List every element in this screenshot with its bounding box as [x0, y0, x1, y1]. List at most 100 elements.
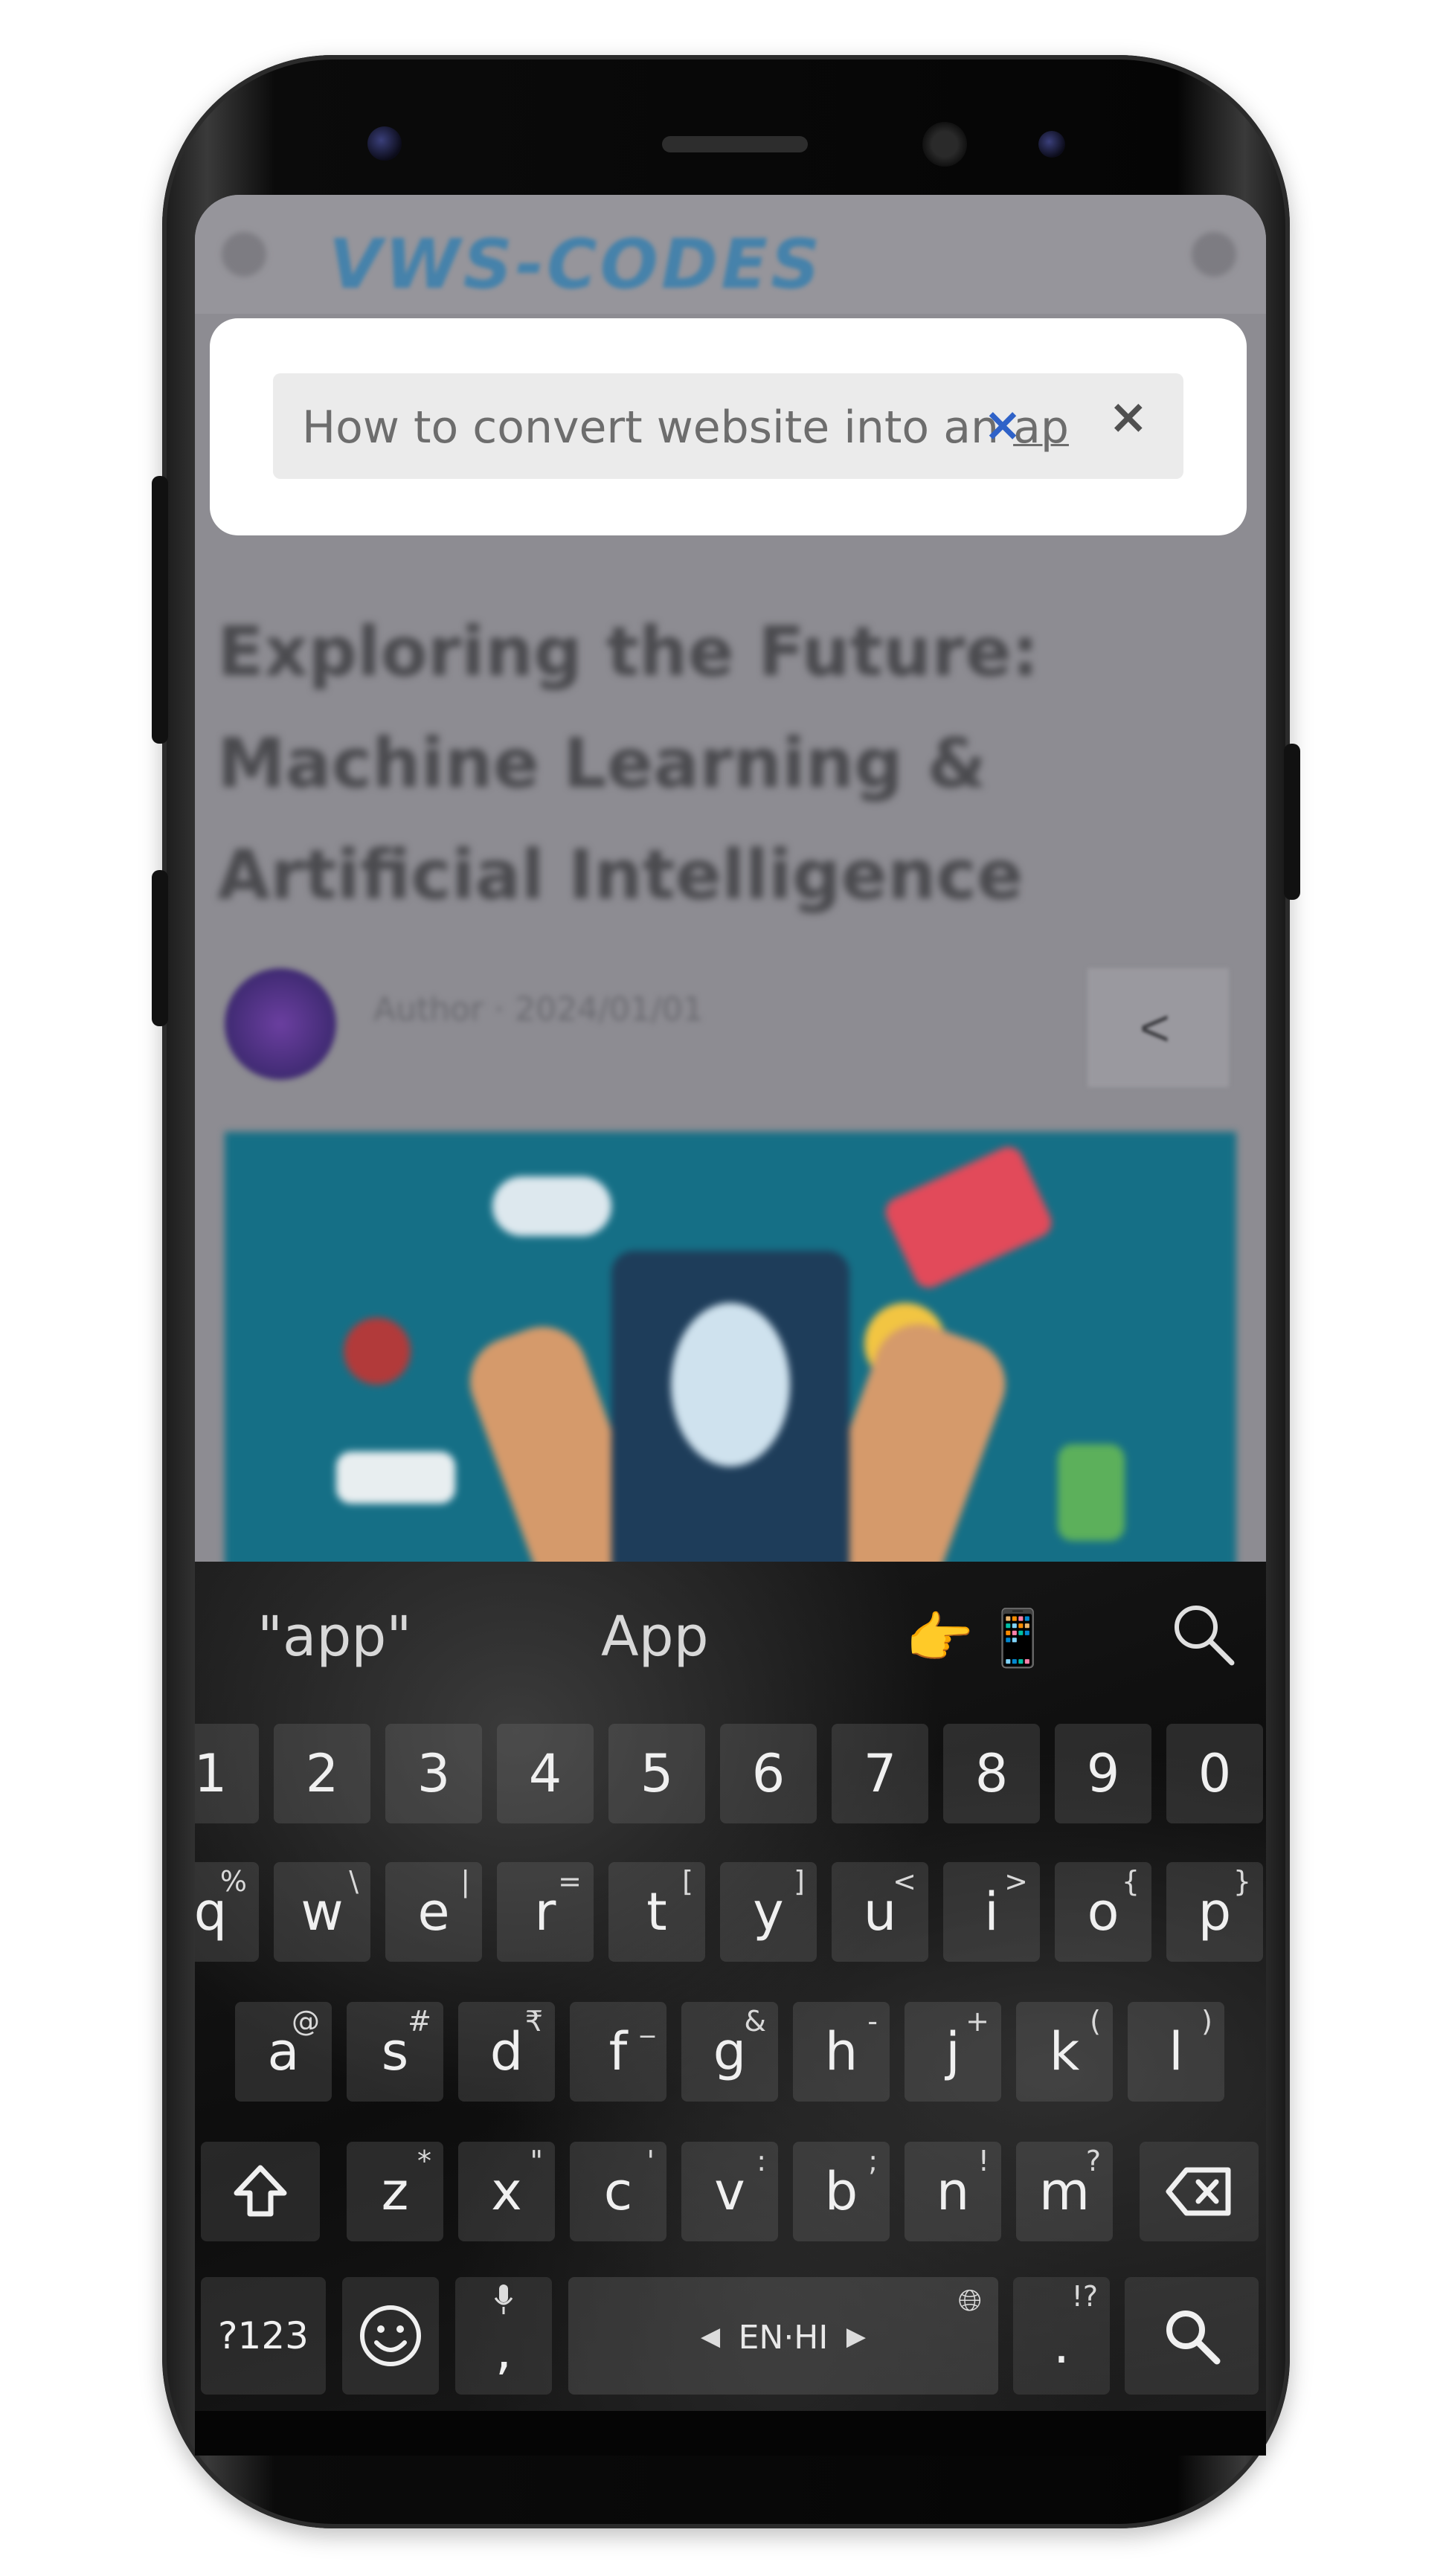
key-4-label: 4	[528, 1743, 562, 1804]
key-z-hint: *	[417, 2145, 431, 2177]
key-2[interactable]: 2	[274, 1724, 370, 1823]
key-f[interactable]: _ f	[570, 2002, 666, 2102]
key-k[interactable]: (k	[1016, 2002, 1113, 2102]
period-key-hint: !?	[1071, 2280, 1098, 2313]
key-0-label: 0	[1198, 1743, 1232, 1804]
key-z[interactable]: * z	[347, 2142, 443, 2241]
key-w[interactable]: \ w	[274, 1862, 370, 1962]
key-z-label: z	[381, 2161, 409, 2222]
key-r-hint: =	[558, 1865, 582, 1898]
key-g[interactable]: & g	[681, 2002, 778, 2102]
key-b-hint: ;	[868, 2145, 878, 2177]
key-h-hint: -	[867, 2005, 878, 2038]
key-g-hint: &	[744, 2005, 766, 2038]
key-r[interactable]: = r	[497, 1862, 594, 1962]
key-s[interactable]: # s	[347, 2002, 443, 2102]
key-4[interactable]: 4	[497, 1724, 594, 1823]
symbols-key[interactable]: ?123	[201, 2277, 326, 2395]
suggestion-app[interactable]: App	[601, 1605, 709, 1669]
suggestion-literal[interactable]: "app"	[257, 1605, 411, 1669]
plant-icon	[1058, 1444, 1125, 1541]
search-icon	[1192, 232, 1236, 277]
key-n-hint: !	[977, 2145, 989, 2177]
key-g-label: g	[713, 2021, 747, 2082]
backspace-icon	[1166, 2167, 1231, 2216]
bug-icon	[344, 1318, 411, 1385]
backspace-key[interactable]	[1140, 2142, 1259, 2241]
key-u-label: u	[863, 1881, 897, 1942]
key-e[interactable]: | e	[385, 1862, 482, 1962]
comma-key[interactable]: ,	[455, 2277, 552, 2395]
key-o[interactable]: {o	[1055, 1862, 1151, 1962]
key-q[interactable]: % q	[195, 1862, 259, 1962]
key-1[interactable]: 1	[195, 1724, 259, 1823]
key-d[interactable]: ₹ d	[458, 2002, 555, 2102]
key-7[interactable]: 7	[832, 1724, 928, 1823]
author-meta: Author · 2024/01/01	[373, 991, 704, 1028]
search-icon[interactable]	[1169, 1600, 1236, 1667]
key-e-hint: |	[460, 1865, 470, 1898]
key-x[interactable]: " x	[458, 2142, 555, 2241]
key-k-label: k	[1049, 2021, 1080, 2082]
key-v[interactable]: :v	[681, 2142, 778, 2241]
key-f-label: f	[608, 2021, 628, 2082]
key-h[interactable]: -h	[793, 2002, 890, 2102]
key-j[interactable]: + j	[905, 2002, 1001, 2102]
site-header: VWS-CODES	[195, 195, 1266, 314]
key-2-label: 2	[305, 1743, 339, 1804]
front-camera	[1038, 131, 1065, 158]
power-button	[1284, 744, 1300, 900]
site-logo: VWS-CODES	[329, 225, 823, 304]
key-x-hint: "	[530, 2145, 543, 2177]
key-p[interactable]: } p	[1166, 1862, 1263, 1962]
key-a-hint: @	[292, 2005, 320, 2038]
key-0[interactable]: 0	[1166, 1724, 1263, 1823]
search-key[interactable]	[1125, 2277, 1259, 2395]
close-search-button[interactable]: ×	[1108, 390, 1148, 445]
key-5[interactable]: 5	[608, 1724, 705, 1823]
key-n[interactable]: ! n	[905, 2142, 1001, 2241]
shift-icon	[234, 2165, 287, 2217]
key-m[interactable]: ? m	[1016, 2142, 1113, 2241]
search-input-text[interactable]: How to convert website into an ap	[302, 402, 1069, 454]
key-b-label: b	[824, 2161, 858, 2222]
key-u[interactable]: < u	[832, 1862, 928, 1962]
key-b[interactable]: ; b	[793, 2142, 890, 2241]
emoji-key[interactable]	[342, 2277, 439, 2395]
period-key-label: .	[1053, 2314, 1070, 2375]
key-c-label: c	[603, 2161, 633, 2222]
chevron-right-icon: ▶	[846, 2322, 866, 2351]
search-query-prefix: How to convert website into an	[302, 402, 1014, 454]
comma-key-label: ,	[495, 2320, 513, 2381]
key-a[interactable]: @ a	[235, 2002, 332, 2102]
key-c[interactable]: ' c	[570, 2142, 666, 2241]
soft-keyboard: "app" App 👉 📱 1 2 3 4 5 6 7 8 9 0 % q \ w | e = r[t] y < u > i…	[195, 1562, 1266, 2411]
key-1-label: 1	[195, 1743, 228, 1804]
shift-key[interactable]	[201, 2142, 320, 2241]
key-o-label: o	[1087, 1881, 1119, 1942]
key-6[interactable]: 6	[720, 1724, 817, 1823]
clear-search-icon[interactable]: ×	[983, 397, 1022, 451]
key-v-hint: :	[756, 2145, 766, 2177]
key-x-label: x	[491, 2161, 522, 2222]
key-t[interactable]: [t	[608, 1862, 705, 1962]
menu-icon	[222, 232, 266, 277]
key-s-label: s	[381, 2021, 409, 2082]
key-l-label: l	[1169, 2021, 1183, 2082]
cloud-icon	[492, 1176, 611, 1236]
iris-sensor	[367, 126, 402, 161]
shoe-icon	[336, 1452, 455, 1504]
emoji-suggestion-pointing[interactable]: 👉	[905, 1606, 974, 1671]
proximity-sensor	[922, 122, 967, 167]
key-y[interactable]: ] y	[720, 1862, 817, 1962]
key-3-label: 3	[417, 1743, 451, 1804]
space-bar[interactable]: 🌐︎ ◀ EN·HI ▶	[568, 2277, 998, 2395]
key-i[interactable]: > i	[943, 1862, 1040, 1962]
key-f-hint: _	[640, 2005, 655, 2038]
emoji-suggestion-phone[interactable]: 📱	[983, 1606, 1052, 1671]
key-3[interactable]: 3	[385, 1724, 482, 1823]
key-l[interactable]: ) l	[1128, 2002, 1224, 2102]
key-9[interactable]: 9	[1055, 1724, 1151, 1823]
key-8[interactable]: 8	[943, 1724, 1040, 1823]
period-key[interactable]: !? .	[1013, 2277, 1110, 2395]
